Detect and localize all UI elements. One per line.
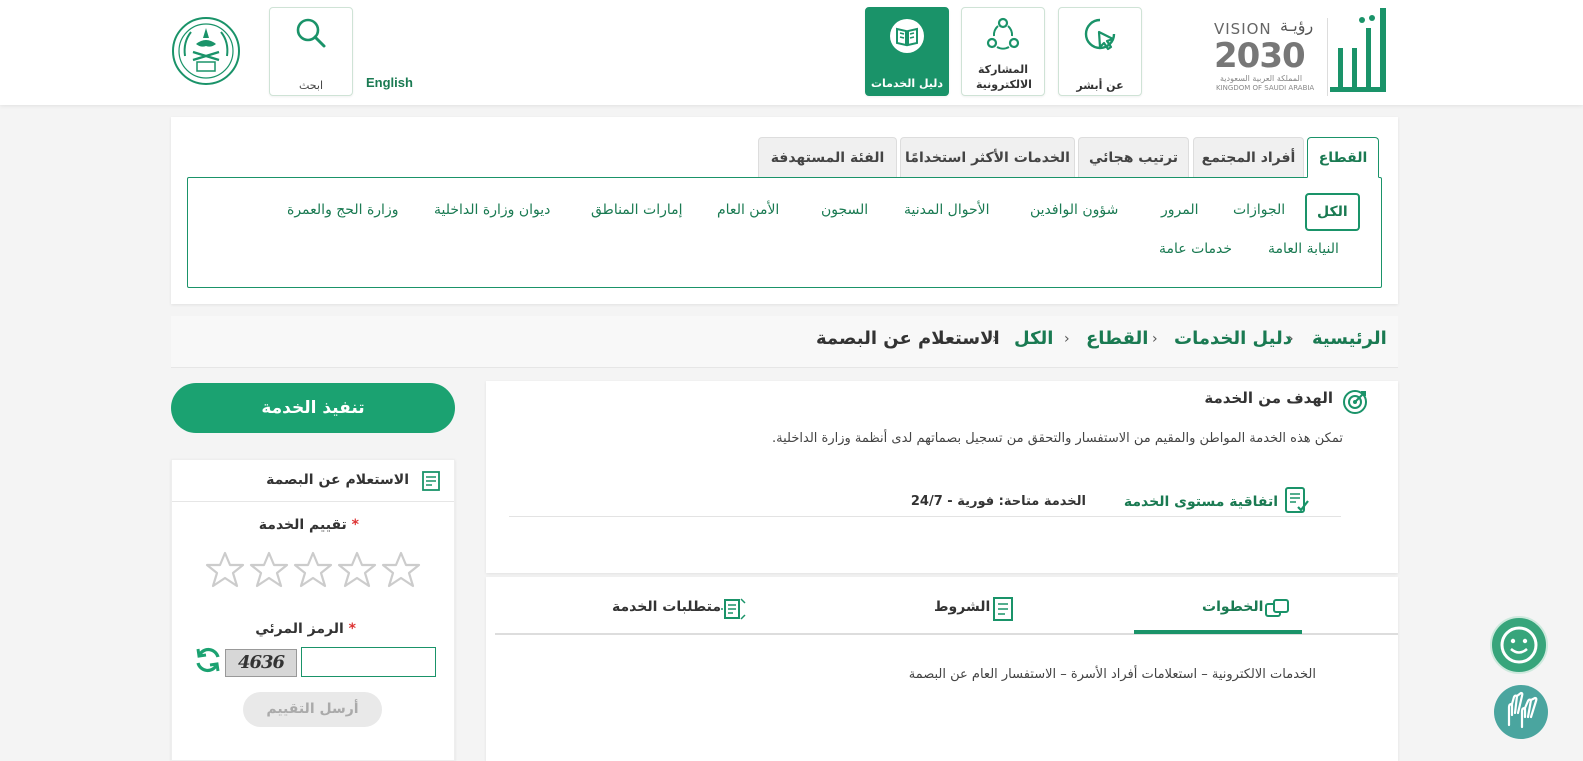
tab-sector[interactable]: القطاع (1307, 137, 1379, 178)
star-icon[interactable] (293, 550, 333, 590)
terms-checklist-icon (993, 597, 1013, 621)
sign-language-button[interactable] (1494, 685, 1548, 739)
star-rating[interactable] (205, 550, 425, 594)
captcha-image: 4636 (225, 649, 297, 677)
active-tab-indicator (1134, 630, 1302, 634)
chat-face-icon (1500, 626, 1538, 664)
tab-alphabetical[interactable]: ترتيب هجائي (1078, 137, 1189, 177)
execute-service-button[interactable]: تنفيذ الخدمة (171, 383, 455, 433)
divider (509, 516, 1341, 517)
tab-terms[interactable]: الشروط (934, 599, 990, 615)
breadcrumb-current: الاستعلام عن البصمة (816, 328, 1000, 349)
filter-traffic[interactable]: المرور (1161, 202, 1199, 218)
rating-card-header: الاستعلام عن البصمة (172, 460, 454, 502)
star-icon[interactable] (249, 550, 289, 590)
absher-logo[interactable] (1326, 8, 1390, 96)
book-icon (890, 19, 924, 53)
filter-civil-affairs[interactable]: الأحوال المدنية (904, 202, 990, 218)
filter-prisons[interactable]: السجون (821, 202, 868, 218)
vision-country-ar: المملكة العربية السعودية (1220, 74, 1303, 83)
service-rating-label: تقييم الخدمة * (258, 517, 359, 533)
star-icon[interactable] (381, 550, 421, 590)
services-guide-label: دليل الخدمات (870, 77, 944, 90)
services-guide-button[interactable]: دليل الخدمات (865, 7, 949, 96)
tab-steps[interactable]: الخطوات (1202, 599, 1263, 615)
star-icon[interactable] (337, 550, 377, 590)
breadcrumb: الرئيسية › دليل الخدمات › القطاع › الكل … (171, 316, 1398, 368)
e-participation-label: المشاركة الالكترونية (976, 63, 1032, 91)
filter-hajj-umrah[interactable]: وزارة الحج والعمرة (287, 202, 398, 218)
site-header: VISION رؤيـة 2030 المملكة العربية السعود… (0, 0, 1583, 105)
sla-value: الخدمة متاحة: فورية - 24/7 (910, 494, 1086, 509)
breadcrumb-home[interactable]: الرئيسية (1312, 328, 1387, 349)
breadcrumb-all[interactable]: الكل (1014, 328, 1053, 349)
e-participation-button[interactable]: المشاركة الالكترونية (961, 7, 1045, 96)
about-absher-label: عن أبشر (1076, 79, 1124, 92)
filter-general-services[interactable]: خدمات عامة (1159, 241, 1232, 257)
filter-emirates[interactable]: إمارات المناطق (591, 202, 683, 218)
captcha-input[interactable] (301, 647, 436, 677)
ministry-emblem-icon[interactable] (171, 16, 241, 86)
refresh-icon[interactable] (193, 645, 223, 675)
breadcrumb-chevron-icon: › (1064, 331, 1070, 347)
form-icon (422, 471, 440, 491)
service-goal-card: الهدف من الخدمة تمكن هذه الخدمة المواطن … (486, 381, 1398, 573)
goal-title: الهدف من الخدمة (1204, 389, 1333, 407)
filter-public-prosecution[interactable]: النيابة العامة (1268, 241, 1339, 257)
filter-public-security[interactable]: الأمن العام (717, 202, 779, 218)
filter-passports[interactable]: الجوازات (1233, 202, 1285, 218)
sign-language-hands-icon (1507, 691, 1538, 729)
sector-panel: القطاع أفراد المجتمع ترتيب هجائي الخدمات… (171, 117, 1398, 304)
star-icon[interactable] (205, 550, 245, 590)
captcha-label: الرمز المرئي * (255, 621, 356, 637)
tab-target-group[interactable]: الفئة المستهدفة (758, 137, 897, 177)
steps-icon (1265, 599, 1289, 617)
about-absher-button[interactable]: عن أبشر (1058, 7, 1142, 96)
breadcrumb-chevron-icon: › (1152, 331, 1158, 347)
search-button[interactable]: ابحث (269, 7, 353, 96)
steps-content: الخدمات الالكترونية – استعلامات أفراد ال… (908, 667, 1316, 682)
tab-requirements[interactable]: متطلبات الخدمة (612, 599, 721, 615)
requirements-icon (721, 598, 746, 620)
filter-all[interactable]: الكل (1305, 193, 1360, 231)
chat-assistant-button[interactable] (1490, 616, 1548, 674)
breadcrumb-services-guide[interactable]: دليل الخدمات (1174, 328, 1292, 349)
vision-year: 2030 (1214, 36, 1306, 76)
vision-arabic: رؤيـة (1280, 16, 1314, 35)
sector-filter-box: الكل الجوازات المرور شؤون الوافدين الأحو… (187, 177, 1382, 288)
sla-label: اتفاقية مستوى الخدمة (1123, 494, 1278, 510)
service-details-card: الخطوات الشروط متطلبات الخدمة الخدمات ال… (486, 577, 1398, 761)
tab-most-used[interactable]: الخدمات الأكثر استخدامًا (900, 137, 1075, 177)
vision-2030-logo: VISION رؤيـة 2030 المملكة العربية السعود… (1214, 16, 1322, 94)
share-nodes-icon (986, 17, 1020, 50)
search-icon (296, 18, 326, 48)
tab-community-members[interactable]: أفراد المجتمع (1193, 137, 1304, 177)
header-divider (1327, 18, 1328, 96)
breadcrumb-sector[interactable]: القطاع (1086, 328, 1148, 349)
rating-card: الاستعلام عن البصمة تقييم الخدمة * الرمز… (171, 459, 455, 761)
language-switch-link[interactable]: English (366, 75, 413, 90)
send-rating-button[interactable]: أرسل التقييم (243, 692, 382, 727)
filter-interior-ministry-office[interactable]: ديوان وزارة الداخلية (434, 202, 550, 218)
search-label: ابحث (298, 79, 324, 92)
agreement-document-icon (1285, 487, 1309, 513)
vision-country-en: KINGDOM OF SAUDI ARABIA (1216, 84, 1315, 92)
rating-card-title: الاستعلام عن البصمة (266, 472, 409, 488)
goal-description: تمكن هذه الخدمة المواطن والمقيم من الاست… (772, 431, 1343, 446)
target-icon (1343, 390, 1367, 414)
cursor-click-icon (1084, 18, 1116, 51)
filter-expatriates[interactable]: شؤون الوافدين (1030, 202, 1118, 218)
